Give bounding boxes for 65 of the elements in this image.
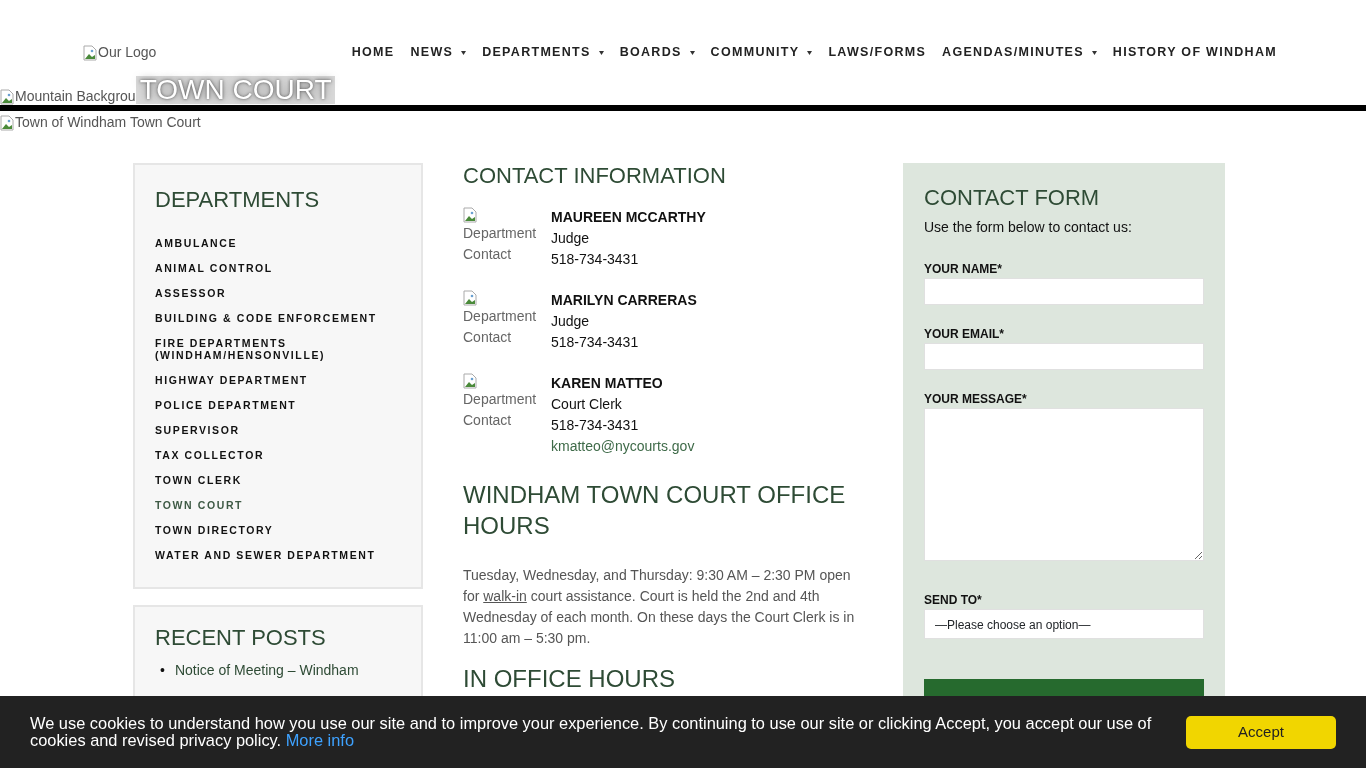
department-link[interactable]: FIRE DEPARTMENTS (WINDHAM/HENSONVILLE) — [155, 337, 335, 362]
contact-image-alt-text: Department Contact — [463, 224, 538, 265]
contact-phone: 518-734-3431 — [551, 250, 640, 270]
department-link[interactable]: AMBULANCE — [155, 237, 401, 250]
department-link[interactable]: SUPERVISOR — [155, 424, 401, 437]
nav-link[interactable]: NEWS — [410, 43, 454, 62]
header-image-alt-text: Town of Windham Town Court — [15, 113, 201, 132]
contact-image-alt-text: Department Contact — [463, 390, 538, 431]
section-heading: IN OFFICE HOURS — [463, 665, 676, 695]
nav-link[interactable]: COMMUNITY — [710, 43, 800, 62]
message-field[interactable] — [924, 408, 1204, 562]
nav-link[interactable]: AGENDAS/MINUTES — [942, 43, 1084, 62]
department-link[interactable]: TAX COLLECTOR — [155, 449, 401, 462]
department-link[interactable]: WATER AND SEWER DEPARTMENT — [155, 549, 401, 562]
text-field[interactable] — [924, 278, 1204, 306]
department-link[interactable]: ANIMAL CONTROL — [155, 262, 401, 275]
accept-button[interactable]: Accept — [1186, 715, 1336, 749]
form-intro: Use the form below to contact us: — [924, 218, 1133, 238]
contact-role: Court Clerk — [551, 395, 623, 415]
background-image-alt-text: Mountain Backgrou — [15, 87, 136, 106]
post-link[interactable]: Notice of Meeting – Windham — [174, 659, 359, 681]
contact-name: MAUREEN MCCARTHY — [551, 208, 706, 228]
text-field[interactable] — [924, 343, 1204, 371]
field-label: YOUR MESSAGE* — [924, 391, 1028, 409]
broken-image-icon — [463, 373, 477, 390]
contact-role: Judge — [551, 312, 591, 332]
field-label: YOUR NAME* — [924, 261, 1003, 279]
walk-in-link[interactable]: walk-in — [483, 588, 527, 605]
panel-heading: RECENT POSTS — [155, 625, 327, 652]
department-link[interactable]: POLICE DEPARTMENT — [155, 399, 401, 412]
broken-image-icon — [463, 207, 477, 224]
contact-image-alt-text: Department Contact — [463, 307, 538, 348]
field-label: SEND TO* — [924, 592, 983, 610]
department-link[interactable]: BUILDING & CODE ENFORCEMENT — [155, 312, 401, 325]
email-link[interactable]: kmatteo@nycourts.gov — [551, 436, 695, 458]
more-info-link[interactable]: More info — [285, 731, 354, 749]
broken-image-icon — [463, 290, 477, 307]
panel-heading: CONTACT FORM — [924, 185, 1101, 212]
nav-link[interactable]: DEPARTMENTS — [482, 43, 591, 62]
cookie-notice: We use cookies to understand how you use our site and to improve your experience. By continuing to use our site or clicking Accept, you accept our use of cookies and revised privacy policy. More info — [30, 715, 1153, 749]
broken-image-icon — [83, 44, 97, 61]
contact-role: Judge — [551, 229, 591, 249]
hours-paragraph: Tuesday, Wednesday, and Thursday: 9:30 AM – 2:30 PM open for walk-in court assistance. Court is held the 2nd and 4th Wednesday of each month. On these days the Court Clerk is in 11:00 am – 5:30 pm. — [463, 566, 855, 649]
logo-image-alt-text: Our Logo — [98, 43, 157, 62]
nav-link[interactable]: HISTORY OF WINDHAM — [1112, 43, 1277, 62]
department-link[interactable]: TOWN CLERK — [155, 474, 401, 487]
contact-phone: 518-734-3431 — [551, 416, 640, 436]
send-to-dropdown[interactable]: —Please choose an option— — [924, 609, 1204, 640]
broken-image-icon — [0, 114, 14, 131]
nav-link[interactable]: BOARDS — [619, 43, 682, 62]
contact-name: KAREN MATTEO — [551, 374, 664, 394]
broken-image-icon — [0, 88, 14, 105]
panel-heading: DEPARTMENTS — [155, 187, 321, 214]
section-heading: CONTACT INFORMATION — [463, 163, 727, 190]
bullet: • — [160, 660, 165, 680]
nav-link[interactable]: HOME — [351, 43, 395, 62]
contact-name: MARILYN CARRERAS — [551, 291, 697, 311]
department-link[interactable]: ASSESSOR — [155, 287, 401, 300]
contact-phone: 518-734-3431 — [551, 333, 640, 353]
department-link[interactable]: TOWN COURT — [155, 499, 401, 512]
section-heading: WINDHAM TOWN COURT OFFICE HOURS — [463, 480, 847, 542]
department-link[interactable]: TOWN DIRECTORY — [155, 524, 401, 537]
field-label: YOUR EMAIL* — [924, 326, 1005, 344]
department-link[interactable]: HIGHWAY DEPARTMENT — [155, 374, 401, 387]
nav-link[interactable]: LAWS/FORMS — [828, 43, 927, 62]
